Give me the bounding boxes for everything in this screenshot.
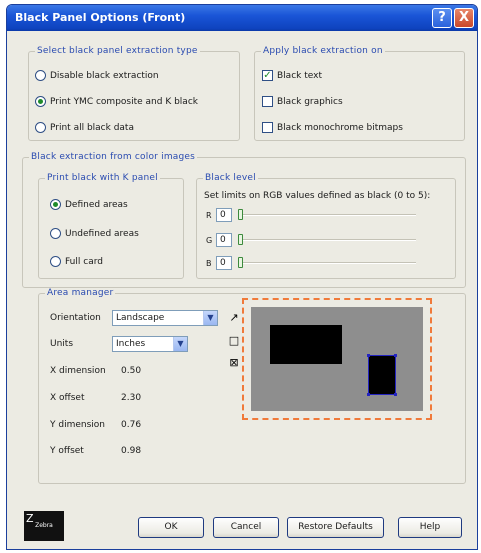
close-icon: X — [458, 10, 470, 25]
radio-label: Full card — [65, 256, 103, 267]
delete-area-icon[interactable]: ⊠ — [226, 356, 242, 370]
checkbox-black-text[interactable]: ✓ Black text — [262, 70, 322, 81]
radio-icon — [35, 122, 46, 133]
rgb-row-g: G 0 — [206, 233, 416, 247]
x-dimension-value: 0.50 — [121, 366, 142, 376]
help-title-button[interactable]: ? — [432, 8, 452, 28]
y-dimension-value: 0.76 — [121, 420, 142, 430]
checkbox-label: Black monochrome bitmaps — [277, 122, 403, 133]
x-dimension-label: X dimension — [50, 366, 106, 376]
slider-track-line — [240, 262, 416, 264]
defined-area-2-selected[interactable] — [368, 355, 396, 395]
x-offset-value: 2.30 — [121, 393, 142, 403]
radio-icon — [50, 228, 61, 239]
radio-full-card[interactable]: Full card — [50, 256, 103, 267]
title-bar[interactable]: Black Panel Options (Front) ? X — [7, 5, 477, 31]
restore-defaults-button[interactable]: Restore Defaults — [287, 517, 384, 538]
b-slider[interactable] — [238, 256, 416, 270]
defined-area-1[interactable] — [270, 325, 342, 364]
resize-handle[interactable] — [394, 354, 397, 357]
b-value-input[interactable]: 0 — [216, 256, 232, 270]
checkbox-black-graphics[interactable]: Black graphics — [262, 96, 343, 107]
chevron-down-icon[interactable]: ▼ — [203, 311, 217, 325]
radio-all-black[interactable]: Print all black data — [35, 122, 134, 133]
checkbox-label: Black text — [277, 70, 322, 81]
checkbox-icon — [262, 122, 273, 133]
close-button[interactable]: X — [454, 8, 474, 28]
slider-thumb[interactable] — [238, 234, 243, 245]
channel-label: G — [206, 235, 213, 245]
zebra-logo: Z Zebra — [24, 511, 64, 541]
radio-label: Undefined areas — [65, 228, 139, 239]
radio-defined-areas[interactable]: Defined areas — [50, 199, 128, 210]
cancel-button[interactable]: Cancel — [213, 517, 279, 538]
resize-handle[interactable] — [367, 354, 370, 357]
radio-undefined-areas[interactable]: Undefined areas — [50, 228, 139, 239]
radio-selected-icon — [35, 96, 46, 107]
window-title: Black Panel Options (Front) — [15, 11, 186, 24]
zebra-glyph-icon: Z — [26, 512, 34, 525]
radio-selected-icon — [50, 199, 61, 210]
radio-icon — [35, 70, 46, 81]
checkbox-label: Black graphics — [277, 96, 343, 107]
radio-ymc-composite[interactable]: Print YMC composite and K black — [35, 96, 198, 107]
checkbox-icon — [262, 96, 273, 107]
y-offset-value: 0.98 — [121, 446, 142, 456]
slider-track-line — [240, 239, 416, 241]
units-select[interactable]: Inches ▼ — [112, 336, 188, 352]
draw-rectangle-icon[interactable]: □ — [226, 334, 242, 348]
zebra-logo-text: Zebra — [35, 522, 53, 529]
radio-label: Print all black data — [50, 122, 134, 133]
checkbox-black-bitmaps[interactable]: Black monochrome bitmaps — [262, 122, 403, 133]
slider-track-line — [240, 214, 416, 216]
r-slider[interactable] — [238, 208, 416, 222]
chevron-down-icon[interactable]: ▼ — [173, 337, 187, 351]
slider-thumb[interactable] — [238, 257, 243, 268]
apply-on-legend: Apply black extraction on — [263, 46, 383, 56]
checkbox-checked-icon: ✓ — [262, 70, 273, 81]
g-slider[interactable] — [238, 233, 416, 247]
orientation-value: Landscape — [116, 313, 165, 323]
rgb-row-b: B 0 — [206, 256, 416, 270]
g-value-input[interactable]: 0 — [216, 233, 232, 247]
resize-handle[interactable] — [394, 393, 397, 396]
radio-label: Defined areas — [65, 199, 128, 210]
channel-label: B — [206, 258, 212, 268]
radio-label: Disable black extraction — [50, 70, 159, 81]
units-value: Inches — [116, 339, 146, 349]
rgb-row-r: R 0 — [206, 208, 416, 222]
color-images-legend: Black extraction from color images — [31, 152, 196, 162]
black-level-caption: Set limits on RGB values defined as blac… — [204, 191, 431, 201]
black-level-legend: Black level — [205, 173, 256, 183]
k-panel-legend: Print black with K panel — [47, 173, 158, 183]
question-icon: ? — [438, 10, 446, 25]
radio-icon — [50, 256, 61, 267]
ok-button[interactable]: OK — [138, 517, 204, 538]
slider-thumb[interactable] — [238, 209, 243, 220]
area-manager-legend: Area manager — [47, 288, 114, 298]
radio-label: Print YMC composite and K black — [50, 96, 198, 107]
x-offset-label: X offset — [50, 393, 85, 403]
orientation-select[interactable]: Landscape ▼ — [112, 310, 218, 326]
help-button[interactable]: Help — [398, 517, 462, 538]
resize-handle[interactable] — [367, 393, 370, 396]
y-offset-label: Y offset — [50, 446, 84, 456]
units-label: Units — [50, 339, 74, 349]
radio-disable-extraction[interactable]: Disable black extraction — [35, 70, 159, 81]
y-dimension-label: Y dimension — [50, 420, 105, 430]
r-value-input[interactable]: 0 — [216, 208, 232, 222]
channel-label: R — [206, 210, 212, 220]
orientation-label: Orientation — [50, 313, 101, 323]
select-arrow-icon[interactable]: ↗ — [226, 311, 242, 325]
extraction-type-legend: Select black panel extraction type — [37, 46, 198, 56]
